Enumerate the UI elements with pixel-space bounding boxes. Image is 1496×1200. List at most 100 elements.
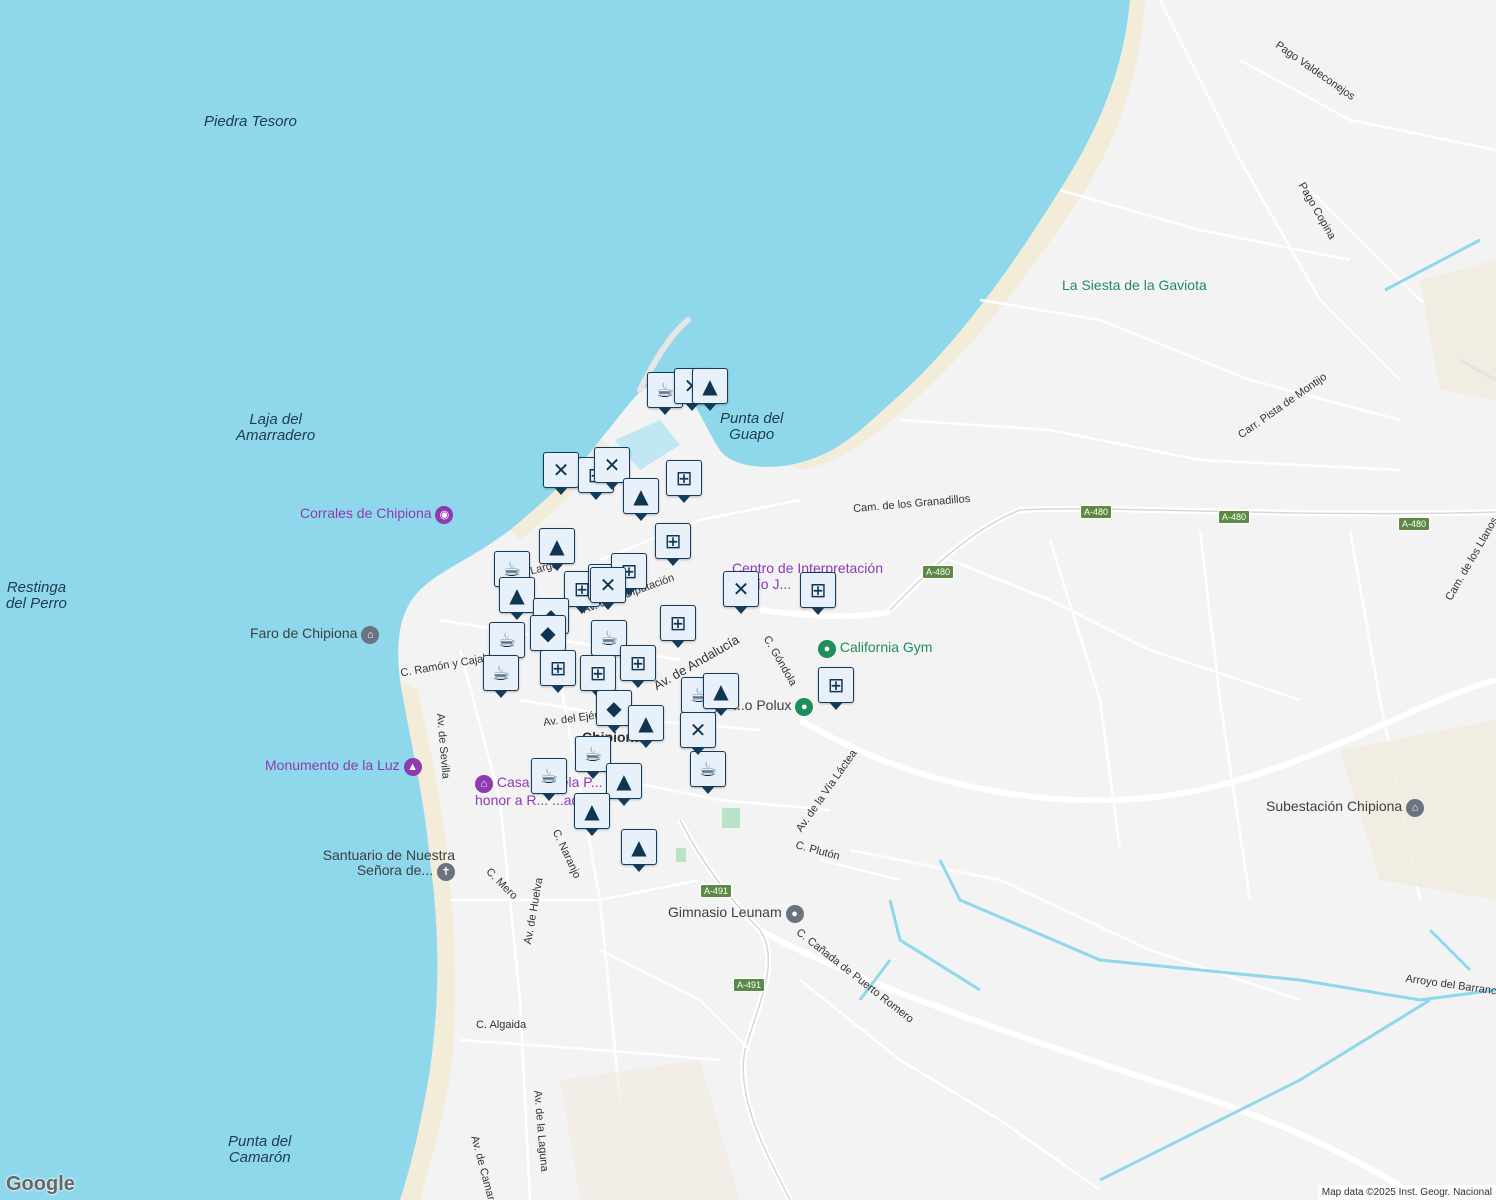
shopping-cart-pin[interactable]: ⊞ xyxy=(800,572,836,615)
shopping-cart-pin[interactable]: ⊞ xyxy=(655,523,691,566)
water-label-laja-amarradero: Laja del Amarradero xyxy=(236,411,316,444)
coffee-pin[interactable]: ☕ xyxy=(483,655,519,698)
shopping-cart-pin[interactable]: ⊞ xyxy=(818,667,854,710)
camera-icon: ◉ xyxy=(435,506,454,524)
shopping-bag-icon: ◆ xyxy=(540,621,556,645)
shopping-cart-icon: ⊞ xyxy=(827,673,845,697)
education-pin[interactable]: ▲ xyxy=(703,673,739,716)
poi-label: Corrales de Chipiona xyxy=(300,505,432,521)
education-pin[interactable]: ▲ xyxy=(574,793,610,836)
restaurant-pin[interactable]: ✕ xyxy=(590,567,626,610)
coffee-pin[interactable]: ☕ xyxy=(489,622,525,665)
shopping-cart-icon: ⊞ xyxy=(664,529,682,553)
education-icon: ▲ xyxy=(616,769,632,793)
poi-label: Santuario de Nuestra Señora de... xyxy=(322,847,455,878)
poi-santuario[interactable]: Santuario de Nuestra Señora de... ✝ xyxy=(300,848,455,881)
education-pin[interactable]: ▲ xyxy=(539,528,575,571)
restaurant-pin[interactable]: ✕ xyxy=(543,452,579,495)
poi-subestacion[interactable]: Subestación Chipiona ⌂ xyxy=(1266,798,1425,817)
education-pin[interactable]: ▲ xyxy=(623,478,659,521)
coffee-icon: ☕ xyxy=(498,628,516,652)
gym-icon: ● xyxy=(818,640,836,658)
poi-monumento[interactable]: Monumento de la Luz ▲ xyxy=(265,757,422,776)
monument-icon: ▲ xyxy=(403,758,422,776)
shopping-bag-pin[interactable]: ◆ xyxy=(530,615,566,658)
poi-faro[interactable]: Faro de Chipiona ⌂ xyxy=(250,625,380,644)
road-shield: A-480 xyxy=(1218,510,1251,524)
shopping-cart-icon: ⊞ xyxy=(675,466,693,490)
road-shield: A-491 xyxy=(733,978,766,992)
google-logo: Google xyxy=(6,1173,75,1195)
shopping-bag-icon: ◆ xyxy=(606,696,622,720)
coffee-icon: ☕ xyxy=(699,757,717,781)
road-shield: A-491 xyxy=(700,884,733,898)
shopping-cart-icon: ⊞ xyxy=(549,656,567,680)
poi-label: California Gym xyxy=(839,639,933,655)
road-shield: A-480 xyxy=(1398,517,1431,531)
education-pin[interactable]: ▲ xyxy=(606,763,642,806)
shopping-cart-pin[interactable]: ⊞ xyxy=(666,460,702,503)
poi-label: Faro de Chipiona xyxy=(250,625,358,641)
education-icon: ▲ xyxy=(633,484,649,508)
coffee-icon: ☕ xyxy=(503,557,521,581)
coffee-icon: ☕ xyxy=(656,378,674,402)
poi-siesta[interactable]: La Siesta de la Gaviota xyxy=(1062,277,1207,293)
map-attribution[interactable]: Map data ©2025 Inst. Geogr. Nacional xyxy=(1317,1185,1496,1200)
poi-label: Monumento de la Luz xyxy=(265,757,400,773)
coffee-icon: ☕ xyxy=(600,626,618,650)
coffee-icon: ☕ xyxy=(492,661,510,685)
gym-icon: ● xyxy=(785,905,804,923)
restaurant-icon: ✕ xyxy=(689,718,707,742)
shopping-cart-pin[interactable]: ⊞ xyxy=(660,605,696,648)
poi-polux[interactable]: ...o Polux ● xyxy=(733,697,814,716)
poi-label: Subestación Chipiona xyxy=(1266,798,1403,814)
shopping-bag-pin[interactable]: ◆ xyxy=(596,690,632,733)
road-shield: A-480 xyxy=(1080,505,1113,519)
education-pin[interactable]: ▲ xyxy=(628,705,664,748)
restaurant-pin[interactable]: ✕ xyxy=(680,712,716,755)
restaurant-icon: ✕ xyxy=(599,573,617,597)
water-label-punta-camaron: Punta del Camarón xyxy=(228,1133,292,1166)
education-pin[interactable]: ▲ xyxy=(692,368,728,411)
shopping-cart-pin[interactable]: ⊞ xyxy=(540,650,576,693)
restaurant-icon: ✕ xyxy=(603,453,621,477)
poi-label: ...o Polux xyxy=(733,697,792,713)
education-icon: ▲ xyxy=(713,679,729,703)
education-icon: ▲ xyxy=(638,711,654,735)
coffee-icon: ☕ xyxy=(584,742,602,766)
shopping-cart-icon: ⊞ xyxy=(809,578,827,602)
education-icon: ▲ xyxy=(584,799,600,823)
coffee-pin[interactable]: ☕ xyxy=(531,758,567,801)
restaurant-icon: ✕ xyxy=(552,458,570,482)
church-icon: ✝ xyxy=(437,863,455,881)
museum-icon: ⌂ xyxy=(361,626,380,644)
map-canvas[interactable]: Piedra Tesoro Laja del Amarradero Restin… xyxy=(0,0,1496,1200)
education-icon: ▲ xyxy=(509,583,525,607)
education-icon: ▲ xyxy=(702,374,718,398)
street-label: C. Algaida xyxy=(476,1019,527,1031)
poi-label: Gimnasio Leunam xyxy=(668,904,782,920)
education-icon: ▲ xyxy=(631,835,647,859)
education-pin[interactable]: ▲ xyxy=(621,829,657,872)
shopping-cart-icon: ⊞ xyxy=(589,661,607,685)
shopping-cart-pin[interactable]: ⊞ xyxy=(620,645,656,688)
water-label-punta-guapo: Punta del Guapo xyxy=(720,410,784,443)
education-icon: ▲ xyxy=(549,534,565,558)
building-icon: ⌂ xyxy=(1406,799,1425,817)
poi-corrales[interactable]: Corrales de Chipiona ◉ xyxy=(300,505,454,524)
water-label-piedra-tesoro: Piedra Tesoro xyxy=(204,113,297,130)
coffee-icon: ☕ xyxy=(540,764,558,788)
museum-icon: ⌂ xyxy=(475,775,493,793)
water-label-restinga-perro: Restinga del Perro xyxy=(6,579,67,612)
gym-icon: ● xyxy=(795,698,814,716)
poi-gimnasio[interactable]: Gimnasio Leunam ● xyxy=(668,904,804,923)
shopping-cart-icon: ⊞ xyxy=(669,611,687,635)
poi-california[interactable]: ● California Gym xyxy=(818,639,932,658)
coffee-pin[interactable]: ☕ xyxy=(690,751,726,794)
education-pin[interactable]: ▲ xyxy=(499,577,535,620)
shopping-cart-icon: ⊞ xyxy=(629,651,647,675)
restaurant-icon: ✕ xyxy=(732,577,750,601)
road-shield: A-480 xyxy=(922,565,955,579)
restaurant-pin[interactable]: ✕ xyxy=(723,571,759,614)
shopping-cart-pin[interactable]: ⊞ xyxy=(580,655,616,698)
